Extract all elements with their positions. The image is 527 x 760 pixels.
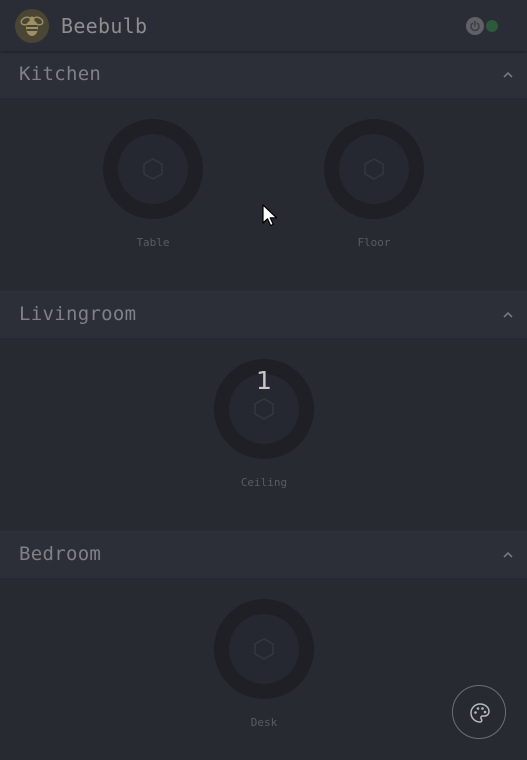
room-title: Bedroom	[19, 543, 102, 565]
power-icon	[466, 17, 484, 35]
app-title: Beebulb	[61, 14, 148, 38]
mouse-cursor	[262, 204, 278, 227]
hexagon-icon	[254, 398, 274, 420]
room-title: Livingroom	[19, 303, 137, 325]
bee-icon[interactable]	[15, 9, 49, 43]
room-body-kitchen: Table Floor	[0, 98, 527, 291]
hexagon-icon	[254, 638, 274, 660]
chevron-up-icon[interactable]	[500, 547, 516, 561]
light-label: Table	[136, 236, 170, 249]
room-header-livingroom[interactable]: Livingroom	[0, 291, 527, 338]
chevron-up-icon[interactable]	[500, 67, 516, 81]
power-toggle[interactable]	[466, 17, 500, 35]
palette-button[interactable]	[452, 685, 506, 739]
light-label: Desk	[250, 716, 278, 729]
room-header-bedroom[interactable]: Bedroom	[0, 531, 527, 578]
hexagon-icon	[364, 158, 384, 180]
room-body-bedroom: Desk	[0, 578, 527, 760]
palette-icon	[470, 703, 490, 723]
hexagon-icon	[143, 158, 163, 180]
chevron-up-icon[interactable]	[500, 307, 516, 321]
app-root: Beebulb Kitchen Table Floor Livingroom 1…	[0, 0, 527, 760]
light-label: Ceiling	[240, 476, 288, 489]
top-bar: Beebulb	[0, 0, 527, 51]
room-body-livingroom: 1 Ceiling	[0, 338, 527, 531]
light-count-badge: 1	[256, 366, 272, 395]
room-header-kitchen[interactable]: Kitchen	[0, 51, 527, 98]
light-label: Floor	[357, 236, 391, 249]
status-indicator	[486, 20, 498, 32]
room-title: Kitchen	[19, 63, 102, 85]
